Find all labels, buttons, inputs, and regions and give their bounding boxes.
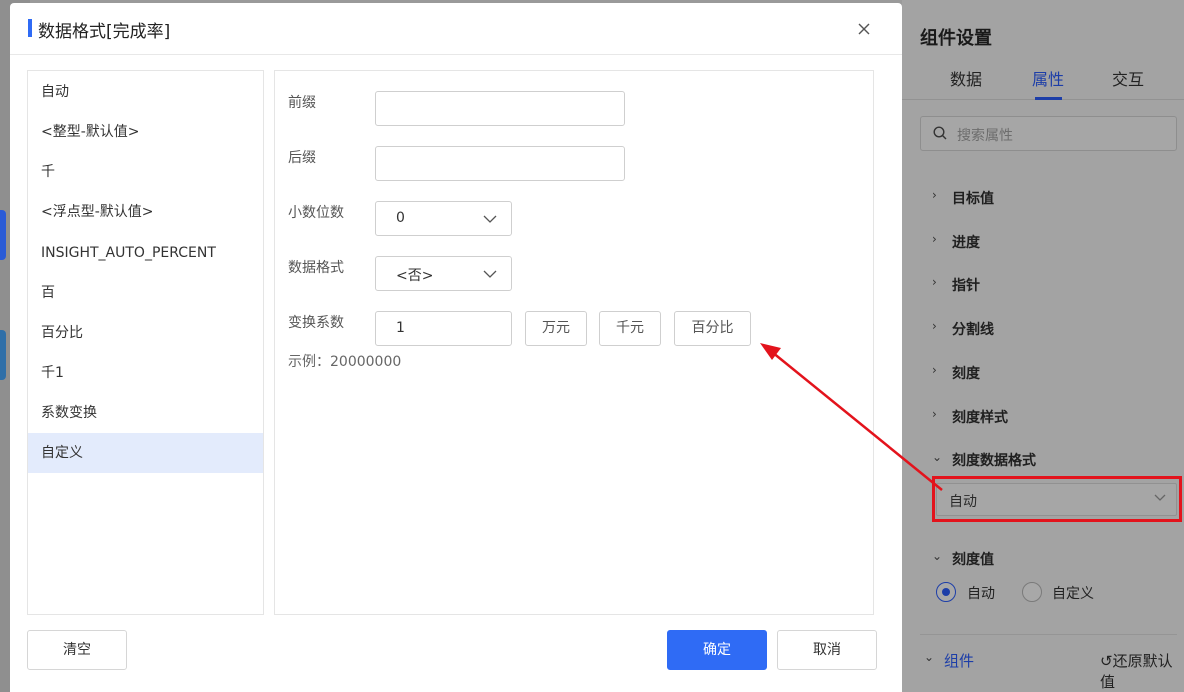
panel-tabs: 数据 属性 交互 [902, 62, 1184, 100]
section-scale[interactable]: 刻度 [952, 363, 980, 383]
chevron-down-icon: ⌄ [932, 450, 943, 464]
dialog-title: 数据格式[完成率] [38, 22, 171, 42]
coef-wanyuan-button[interactable]: 万元 [525, 311, 587, 346]
format-item-thousand[interactable]: 千 [28, 152, 263, 192]
data-format-dialog: 数据格式[完成率] 自动 <整型-默认值> 千 <浮点型-默认值> INSIGH… [10, 3, 902, 692]
suffix-input[interactable] [375, 146, 625, 181]
footer-component-toggle[interactable]: 组件 [944, 650, 974, 671]
chevron-right-icon: › [932, 275, 937, 289]
chevron-down-icon: ⌄ [932, 549, 943, 563]
format-settings-panel: 前缀 后缀 小数位数 0 数据格式 <否> 变换系数 1 万元 千元 百分比 示… [274, 70, 874, 615]
active-tab-indicator [1035, 97, 1062, 100]
ok-button[interactable]: 确定 [667, 630, 767, 670]
radio-auto[interactable] [936, 582, 956, 602]
decimals-label: 小数位数 [288, 205, 344, 221]
section-split-line[interactable]: 分割线 [952, 319, 994, 339]
cancel-button[interactable]: 取消 [777, 630, 877, 670]
prefix-input[interactable] [375, 91, 625, 126]
search-properties-input[interactable]: 搜索属性 [920, 116, 1177, 151]
chevron-right-icon: › [932, 407, 937, 421]
radio-auto-label: 自动 [967, 586, 995, 602]
search-placeholder: 搜索属性 [957, 128, 1013, 144]
decimals-select[interactable]: 0 [375, 201, 512, 236]
format-example: 示例：20000000 [288, 354, 402, 370]
chevron-right-icon: › [932, 232, 937, 246]
format-item-coef-transform[interactable]: 系数变换 [28, 393, 263, 433]
coef-input[interactable]: 1 [375, 311, 512, 346]
section-progress[interactable]: 进度 [952, 232, 980, 252]
section-pointer[interactable]: 指针 [952, 275, 980, 295]
undo-icon: ↺ [1100, 652, 1113, 670]
format-item-percent[interactable]: 百分比 [28, 313, 263, 353]
format-item-hundred[interactable]: 百 [28, 273, 263, 313]
coef-percent-button[interactable]: 百分比 [674, 311, 751, 346]
data-format-value: <否> [396, 268, 434, 284]
close-icon[interactable] [856, 21, 872, 37]
divider [920, 634, 1177, 635]
coef-qianyuan-button[interactable]: 千元 [599, 311, 661, 346]
radio-custom[interactable] [1022, 582, 1042, 602]
radio-custom-label: 自定义 [1052, 586, 1094, 602]
format-item-insight-auto-percent[interactable]: INSIGHT_AUTO_PERCENT [28, 233, 263, 273]
chevron-right-icon: › [932, 363, 937, 377]
format-item-int-default[interactable]: <整型-默认值> [28, 112, 263, 152]
search-icon [933, 126, 947, 140]
annotation-highlight-box [932, 476, 1182, 522]
component-settings-panel: 组件设置 数据 属性 交互 搜索属性 › 目标值 › 进度 › 指针 › 分割线… [902, 0, 1184, 692]
section-scale-data-format[interactable]: 刻度数据格式 [952, 450, 1036, 470]
prefix-label: 前缀 [288, 95, 316, 111]
format-list: 自动 <整型-默认值> 千 <浮点型-默认值> INSIGHT_AUTO_PER… [27, 70, 264, 615]
section-scale-style[interactable]: 刻度样式 [952, 407, 1008, 427]
background-accent [0, 210, 6, 260]
section-scale-value[interactable]: 刻度值 [952, 549, 994, 569]
chevron-down-icon: ⌄ [924, 650, 935, 664]
format-item-float-default[interactable]: <浮点型-默认值> [28, 192, 263, 232]
chevron-down-icon [483, 270, 497, 278]
chevron-right-icon: › [932, 319, 937, 333]
title-accent-bar [28, 19, 32, 37]
background-accent [0, 330, 6, 380]
coef-label: 变换系数 [288, 315, 344, 331]
tab-data[interactable]: 数据 [950, 66, 982, 90]
section-target-value[interactable]: 目标值 [952, 188, 994, 208]
clear-button[interactable]: 清空 [27, 630, 127, 670]
data-format-label: 数据格式 [288, 260, 344, 276]
tab-interaction[interactable]: 交互 [1112, 66, 1144, 90]
panel-title: 组件设置 [920, 28, 992, 49]
decimals-value: 0 [396, 210, 405, 226]
chevron-right-icon: › [932, 188, 937, 202]
format-item-auto[interactable]: 自动 [28, 72, 263, 112]
reset-default-button[interactable]: ↺还原默认值 [1100, 650, 1184, 692]
format-item-custom[interactable]: 自定义 [28, 433, 263, 473]
suffix-label: 后缀 [288, 150, 316, 166]
data-format-select[interactable]: <否> [375, 256, 512, 291]
chevron-down-icon [483, 215, 497, 223]
tab-properties[interactable]: 属性 [1032, 66, 1064, 90]
dialog-header: 数据格式[完成率] [10, 3, 902, 55]
format-item-thousand1[interactable]: 千1 [28, 353, 263, 393]
coef-value: 1 [396, 320, 405, 336]
